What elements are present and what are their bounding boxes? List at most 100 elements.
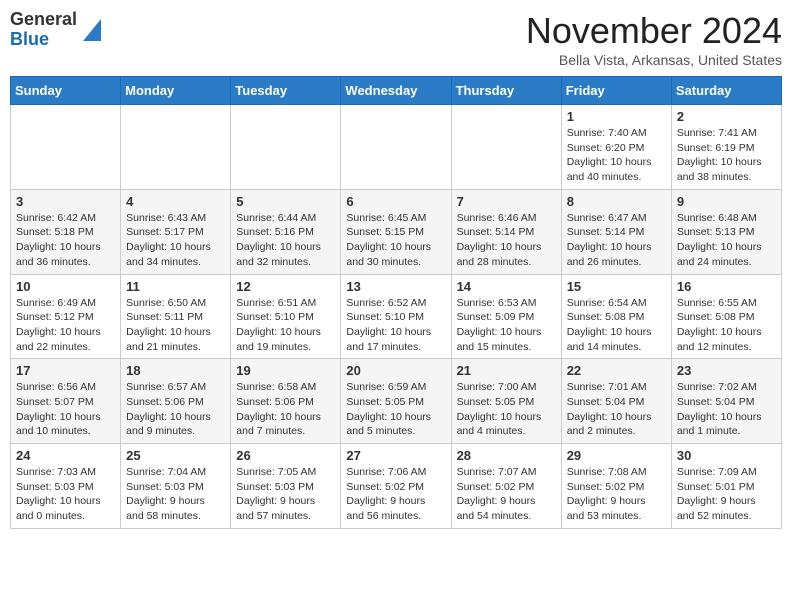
month-title: November 2024: [526, 10, 782, 52]
day-number: 7: [457, 194, 556, 209]
day-header-friday: Friday: [561, 77, 671, 105]
day-info: Sunrise: 7:07 AM Sunset: 5:02 PM Dayligh…: [457, 465, 556, 524]
day-number: 2: [677, 109, 776, 124]
day-number: 23: [677, 363, 776, 378]
calendar-cell: 7 Sunrise: 6:46 AM Sunset: 5:14 PM Daylig…: [451, 189, 561, 274]
day-header-thursday: Thursday: [451, 77, 561, 105]
day-info: Sunrise: 6:43 AM Sunset: 5:17 PM Dayligh…: [126, 211, 225, 270]
calendar-cell: [451, 105, 561, 190]
day-number: 9: [677, 194, 776, 209]
day-info: Sunrise: 6:55 AM Sunset: 5:08 PM Dayligh…: [677, 296, 776, 355]
calendar-cell: 19Sunrise: 6:58 AM Sunset: 5:06 PM Dayli…: [231, 359, 341, 444]
day-info: Sunrise: 6:56 AM Sunset: 5:07 PM Dayligh…: [16, 380, 115, 439]
location: Bella Vista, Arkansas, United States: [526, 52, 782, 68]
calendar-header-row: SundayMondayTuesdayWednesdayThursdayFrid…: [11, 77, 782, 105]
logo-blue: Blue: [10, 29, 49, 49]
calendar-cell: 28Sunrise: 7:07 AM Sunset: 5:02 PM Dayli…: [451, 444, 561, 529]
day-header-saturday: Saturday: [671, 77, 781, 105]
day-header-tuesday: Tuesday: [231, 77, 341, 105]
calendar-cell: 27Sunrise: 7:06 AM Sunset: 5:02 PM Dayli…: [341, 444, 451, 529]
day-number: 29: [567, 448, 666, 463]
day-number: 8: [567, 194, 666, 209]
day-info: Sunrise: 6:50 AM Sunset: 5:11 PM Dayligh…: [126, 296, 225, 355]
day-number: 17: [16, 363, 115, 378]
calendar-cell: 13 Sunrise: 6:52 AM Sunset: 5:10 PM Dayli…: [341, 274, 451, 359]
day-number: 26: [236, 448, 335, 463]
day-info: Sunrise: 7:05 AM Sunset: 5:03 PM Dayligh…: [236, 465, 335, 524]
day-info: Sunrise: 7:40 AM Sunset: 6:20 PM Dayligh…: [567, 126, 666, 185]
logo-general: General: [10, 9, 77, 29]
day-number: 5: [236, 194, 335, 209]
calendar-cell: 11 Sunrise: 6:50 AM Sunset: 5:11 PM Dayli…: [121, 274, 231, 359]
day-number: 19: [236, 363, 335, 378]
calendar-cell: 4 Sunrise: 6:43 AM Sunset: 5:17 PM Daylig…: [121, 189, 231, 274]
day-info: Sunrise: 6:57 AM Sunset: 5:06 PM Dayligh…: [126, 380, 225, 439]
day-info: Sunrise: 6:46 AM Sunset: 5:14 PM Dayligh…: [457, 211, 556, 270]
day-info: Sunrise: 7:08 AM Sunset: 5:02 PM Dayligh…: [567, 465, 666, 524]
calendar-cell: [341, 105, 451, 190]
calendar-cell: 18Sunrise: 6:57 AM Sunset: 5:06 PM Dayli…: [121, 359, 231, 444]
calendar-cell: 20 Sunrise: 6:59 AM Sunset: 5:05 PM Dayli…: [341, 359, 451, 444]
day-info: Sunrise: 6:49 AM Sunset: 5:12 PM Dayligh…: [16, 296, 115, 355]
calendar-cell: 15Sunrise: 6:54 AM Sunset: 5:08 PM Dayli…: [561, 274, 671, 359]
day-number: 20: [346, 363, 445, 378]
day-info: Sunrise: 6:52 AM Sunset: 5:10 PM Dayligh…: [346, 296, 445, 355]
calendar-cell: [231, 105, 341, 190]
calendar-cell: 8 Sunrise: 6:47 AM Sunset: 5:14 PM Daylig…: [561, 189, 671, 274]
logo-icon: [83, 19, 101, 41]
day-number: 3: [16, 194, 115, 209]
calendar-cell: 29 Sunrise: 7:08 AM Sunset: 5:02 PM Dayli…: [561, 444, 671, 529]
day-number: 25: [126, 448, 225, 463]
calendar-cell: 6 Sunrise: 6:45 AM Sunset: 5:15 PM Daylig…: [341, 189, 451, 274]
day-info: Sunrise: 7:01 AM Sunset: 5:04 PM Dayligh…: [567, 380, 666, 439]
calendar-table: SundayMondayTuesdayWednesdayThursdayFrid…: [10, 76, 782, 529]
calendar-cell: 24Sunrise: 7:03 AM Sunset: 5:03 PM Dayli…: [11, 444, 121, 529]
day-info: Sunrise: 6:44 AM Sunset: 5:16 PM Dayligh…: [236, 211, 335, 270]
day-info: Sunrise: 6:54 AM Sunset: 5:08 PM Dayligh…: [567, 296, 666, 355]
day-header-monday: Monday: [121, 77, 231, 105]
day-info: Sunrise: 6:42 AM Sunset: 5:18 PM Dayligh…: [16, 211, 115, 270]
day-number: 10: [16, 279, 115, 294]
day-number: 22: [567, 363, 666, 378]
day-info: Sunrise: 7:03 AM Sunset: 5:03 PM Dayligh…: [16, 465, 115, 524]
day-number: 1: [567, 109, 666, 124]
day-info: Sunrise: 7:04 AM Sunset: 5:03 PM Dayligh…: [126, 465, 225, 524]
day-number: 30: [677, 448, 776, 463]
day-number: 6: [346, 194, 445, 209]
day-info: Sunrise: 6:47 AM Sunset: 5:14 PM Dayligh…: [567, 211, 666, 270]
day-header-sunday: Sunday: [11, 77, 121, 105]
logo: General Blue: [10, 10, 101, 50]
day-info: Sunrise: 6:45 AM Sunset: 5:15 PM Dayligh…: [346, 211, 445, 270]
calendar-week-1: 1 Sunrise: 7:40 AM Sunset: 6:20 PM Daylig…: [11, 105, 782, 190]
calendar-cell: 30 Sunrise: 7:09 AM Sunset: 5:01 PM Dayli…: [671, 444, 781, 529]
calendar-week-5: 24Sunrise: 7:03 AM Sunset: 5:03 PM Dayli…: [11, 444, 782, 529]
day-number: 11: [126, 279, 225, 294]
calendar-cell: 25 Sunrise: 7:04 AM Sunset: 5:03 PM Dayli…: [121, 444, 231, 529]
calendar-cell: 16 Sunrise: 6:55 AM Sunset: 5:08 PM Dayli…: [671, 274, 781, 359]
calendar-cell: 2 Sunrise: 7:41 AM Sunset: 6:19 PM Daylig…: [671, 105, 781, 190]
day-info: Sunrise: 6:59 AM Sunset: 5:05 PM Dayligh…: [346, 380, 445, 439]
calendar-cell: 17 Sunrise: 6:56 AM Sunset: 5:07 PM Dayli…: [11, 359, 121, 444]
calendar-cell: 23 Sunrise: 7:02 AM Sunset: 5:04 PM Dayli…: [671, 359, 781, 444]
calendar-week-3: 10 Sunrise: 6:49 AM Sunset: 5:12 PM Dayli…: [11, 274, 782, 359]
logo-text: General Blue: [10, 10, 77, 50]
day-info: Sunrise: 7:41 AM Sunset: 6:19 PM Dayligh…: [677, 126, 776, 185]
day-info: Sunrise: 7:02 AM Sunset: 5:04 PM Dayligh…: [677, 380, 776, 439]
page-header: General Blue November 2024 Bella Vista, …: [10, 10, 782, 68]
calendar-cell: 26 Sunrise: 7:05 AM Sunset: 5:03 PM Dayli…: [231, 444, 341, 529]
day-number: 21: [457, 363, 556, 378]
day-info: Sunrise: 7:09 AM Sunset: 5:01 PM Dayligh…: [677, 465, 776, 524]
day-number: 4: [126, 194, 225, 209]
day-info: Sunrise: 6:48 AM Sunset: 5:13 PM Dayligh…: [677, 211, 776, 270]
day-info: Sunrise: 6:51 AM Sunset: 5:10 PM Dayligh…: [236, 296, 335, 355]
day-number: 27: [346, 448, 445, 463]
title-area: November 2024 Bella Vista, Arkansas, Uni…: [526, 10, 782, 68]
day-number: 13: [346, 279, 445, 294]
calendar-cell: 9 Sunrise: 6:48 AM Sunset: 5:13 PM Daylig…: [671, 189, 781, 274]
day-number: 16: [677, 279, 776, 294]
day-number: 14: [457, 279, 556, 294]
day-number: 12: [236, 279, 335, 294]
calendar-cell: 1 Sunrise: 7:40 AM Sunset: 6:20 PM Daylig…: [561, 105, 671, 190]
calendar-cell: 14Sunrise: 6:53 AM Sunset: 5:09 PM Dayli…: [451, 274, 561, 359]
calendar-week-4: 17 Sunrise: 6:56 AM Sunset: 5:07 PM Dayli…: [11, 359, 782, 444]
